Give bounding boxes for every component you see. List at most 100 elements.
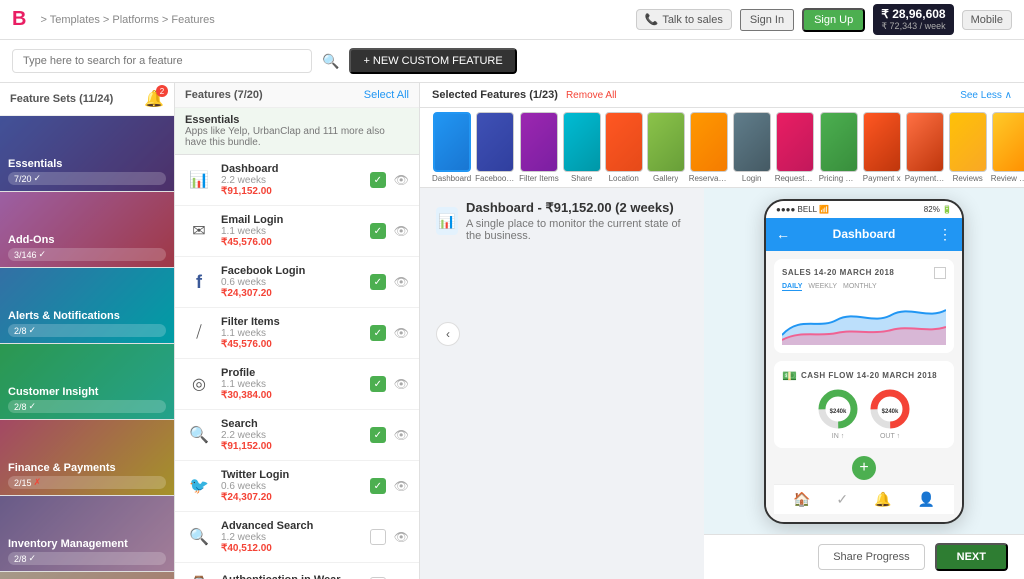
feature-info: Search 2.2 weeks ₹91,152.00 [221, 418, 362, 452]
chart-tab-monthly[interactable]: MONTHLY [843, 283, 877, 291]
search-icon: 🔍 [322, 53, 339, 70]
feature-checkbox[interactable]: ✓ [370, 172, 386, 188]
card-badge: 3/146✓ [8, 248, 166, 261]
see-less-button[interactable]: See Less ∧ [960, 90, 1012, 101]
phone-header: ← Dashboard ⋮ [766, 218, 962, 251]
sidebar-item-addons[interactable]: Add-Ons 3/146✓ [0, 192, 174, 268]
dashboard-icon: 📊 [185, 166, 213, 194]
feature-name: Facebook Login [221, 265, 362, 277]
thumb-login[interactable]: Login [733, 112, 771, 183]
donut-in-chart: $240k [816, 387, 860, 431]
detail-feature-icon: 📊 [436, 207, 458, 235]
feature-item-filter[interactable]: ⧸ Filter Items 1.1 weeks ₹45,576.00 ✓ 👁 [175, 308, 419, 359]
profile-icon: ◎ [185, 370, 213, 398]
left-sidebar: Feature Sets (11/24) 🔔 2 Essentials 7/20… [0, 83, 175, 579]
thumb-payment-x[interactable]: Payment x [863, 112, 901, 183]
eye-icon[interactable]: 👁 [394, 377, 409, 391]
thumb-facebook-login[interactable]: Facebook Login [475, 112, 515, 183]
eye-icon[interactable]: 👁 [394, 173, 409, 187]
eye-icon[interactable]: 👁 [394, 275, 409, 289]
sidebar-item-inventory[interactable]: Inventory Management 2/8✓ [0, 496, 174, 572]
eye-icon[interactable]: 👁 [394, 326, 409, 340]
eye-icon[interactable]: 👁 [394, 428, 409, 442]
feature-price: ₹30,384.00 [221, 390, 362, 401]
chart-tab-daily[interactable]: DAILY [782, 283, 802, 291]
selected-features-label: Selected Features (1/23) [432, 89, 558, 101]
feature-item-auth-wear[interactable]: ⌚ Authentication in Wear 1.1 weeks 👁 [175, 563, 419, 579]
feature-weeks: 0.6 weeks [221, 481, 362, 492]
sidebar-item-essentials[interactable]: Essentials 7/20✓ [0, 116, 174, 192]
share-progress-button[interactable]: Share Progress [818, 544, 924, 570]
eye-icon[interactable]: 👁 [394, 530, 409, 544]
signin-button[interactable]: Sign In [740, 9, 794, 31]
thumb-reviews[interactable]: Reviews [949, 112, 987, 183]
donut-out: $240k OUT ↑ [868, 387, 912, 440]
select-all-button[interactable]: Select All [364, 89, 409, 101]
max-price-box: ₹ 28,96,608 ₹ 72,343 / week [873, 4, 953, 35]
feature-checkbox[interactable]: ✓ [370, 478, 386, 494]
feature-checkbox[interactable]: ✓ [370, 325, 386, 341]
thumb-reservations[interactable]: Reservati... [689, 112, 729, 183]
phone-tab-bar: 🏠 ✓ 🔔 👤 [774, 484, 954, 514]
signup-button[interactable]: Sign Up [802, 8, 865, 32]
back-nav-arrow[interactable]: ‹ [436, 322, 460, 346]
facebook-icon: f [185, 268, 213, 296]
thumb-location[interactable]: Location [605, 112, 643, 183]
feature-item-advanced-search[interactable]: 🔍 Advanced Search 1.2 weeks ₹40,512.00 👁 [175, 512, 419, 563]
chart-tab-weekly[interactable]: WEEKLY [808, 283, 837, 291]
mobile-button[interactable]: Mobile [962, 10, 1012, 30]
thumb-dashboard[interactable]: Dashboard [432, 112, 471, 183]
features-header-text: Features (7/20) [185, 89, 263, 101]
card-title: Alerts & Notifications [8, 310, 166, 322]
talk-to-sales-button[interactable]: 📞 Talk to sales [636, 9, 732, 30]
bell-tab-icon[interactable]: 🔔 [874, 491, 891, 508]
feature-item-dashboard[interactable]: 📊 Dashboard 2.2 weeks ₹91,152.00 ✓ 👁 [175, 155, 419, 206]
check-tab-icon[interactable]: ✓ [836, 491, 848, 508]
phone-preview: ●●●● BELL 📶 82% 🔋 ← Dashboard ⋮ [704, 188, 1024, 579]
user-tab-icon[interactable]: 👤 [918, 491, 935, 508]
fab-button[interactable]: + [852, 456, 876, 480]
feature-info: Facebook Login 0.6 weeks ₹24,307.20 [221, 265, 362, 299]
next-button[interactable]: NEXT [935, 543, 1008, 571]
feature-item-search[interactable]: 🔍 Search 2.2 weeks ₹91,152.00 ✓ 👁 [175, 410, 419, 461]
logo: B [12, 8, 26, 31]
thumb-pricing[interactable]: Pricing Engine [819, 112, 859, 183]
sidebar-item-alerts[interactable]: Alerts & Notifications 2/8✓ [0, 268, 174, 344]
home-tab-icon[interactable]: 🏠 [793, 491, 810, 508]
feature-item-facebook-login[interactable]: f Facebook Login 0.6 weeks ₹24,307.20 ✓ … [175, 257, 419, 308]
card-badge: 7/20✓ [8, 172, 166, 185]
search-input[interactable] [12, 49, 312, 73]
selected-features-bar: Selected Features (1/23) Remove All See … [420, 83, 1024, 108]
out-label: OUT ↑ [880, 433, 900, 440]
feature-weeks: 1.1 weeks [221, 328, 362, 339]
thumb-review-prompt[interactable]: Review Prompt [991, 112, 1024, 183]
new-custom-feature-button[interactable]: + NEW CUSTOM FEATURE [349, 48, 516, 74]
feature-info: Dashboard 2.2 weeks ₹91,152.00 [221, 163, 362, 197]
feature-checkbox[interactable]: ✓ [370, 223, 386, 239]
feature-price: ₹91,152.00 [221, 441, 362, 452]
eye-icon[interactable]: 👁 [394, 224, 409, 238]
feature-item-email-login[interactable]: ✉ Email Login 1.1 weeks ₹45,576.00 ✓ 👁 [175, 206, 419, 257]
thumb-filter-items[interactable]: Filter Items [519, 112, 559, 183]
thumb-request[interactable]: Request Manage [775, 112, 815, 183]
feature-checkbox[interactable] [370, 529, 386, 545]
feature-name: Authentication in Wear [221, 574, 362, 579]
feature-checkbox[interactable]: ✓ [370, 376, 386, 392]
eye-icon[interactable]: 👁 [394, 479, 409, 493]
cash-flow-section: 💵 CASH FLOW 14-20 MARCH 2018 [774, 361, 954, 448]
feature-info: Authentication in Wear 1.1 weeks [221, 574, 362, 579]
thumb-share[interactable]: Share [563, 112, 601, 183]
thumb-payment-admin[interactable]: Payment Admin [905, 112, 945, 183]
phone-back-icon: ← [776, 226, 790, 242]
sidebar-item-finance[interactable]: Finance & Payments 2/15✗ [0, 420, 174, 496]
feature-checkbox[interactable]: ✓ [370, 427, 386, 443]
feature-item-profile[interactable]: ◎ Profile 1.1 weeks ₹30,384.00 ✓ 👁 [175, 359, 419, 410]
thumb-gallery[interactable]: Gallery [647, 112, 685, 183]
feature-price: ₹24,307.20 [221, 288, 362, 299]
sidebar-item-customer[interactable]: Customer Insight 2/8✓ [0, 344, 174, 420]
feature-weeks: 2.2 weeks [221, 430, 362, 441]
feature-checkbox[interactable]: ✓ [370, 274, 386, 290]
feature-item-twitter[interactable]: 🐦 Twitter Login 0.6 weeks ₹24,307.20 ✓ 👁 [175, 461, 419, 512]
remove-all-button[interactable]: Remove All [566, 90, 617, 101]
filter-icon: ⧸ [185, 319, 213, 347]
